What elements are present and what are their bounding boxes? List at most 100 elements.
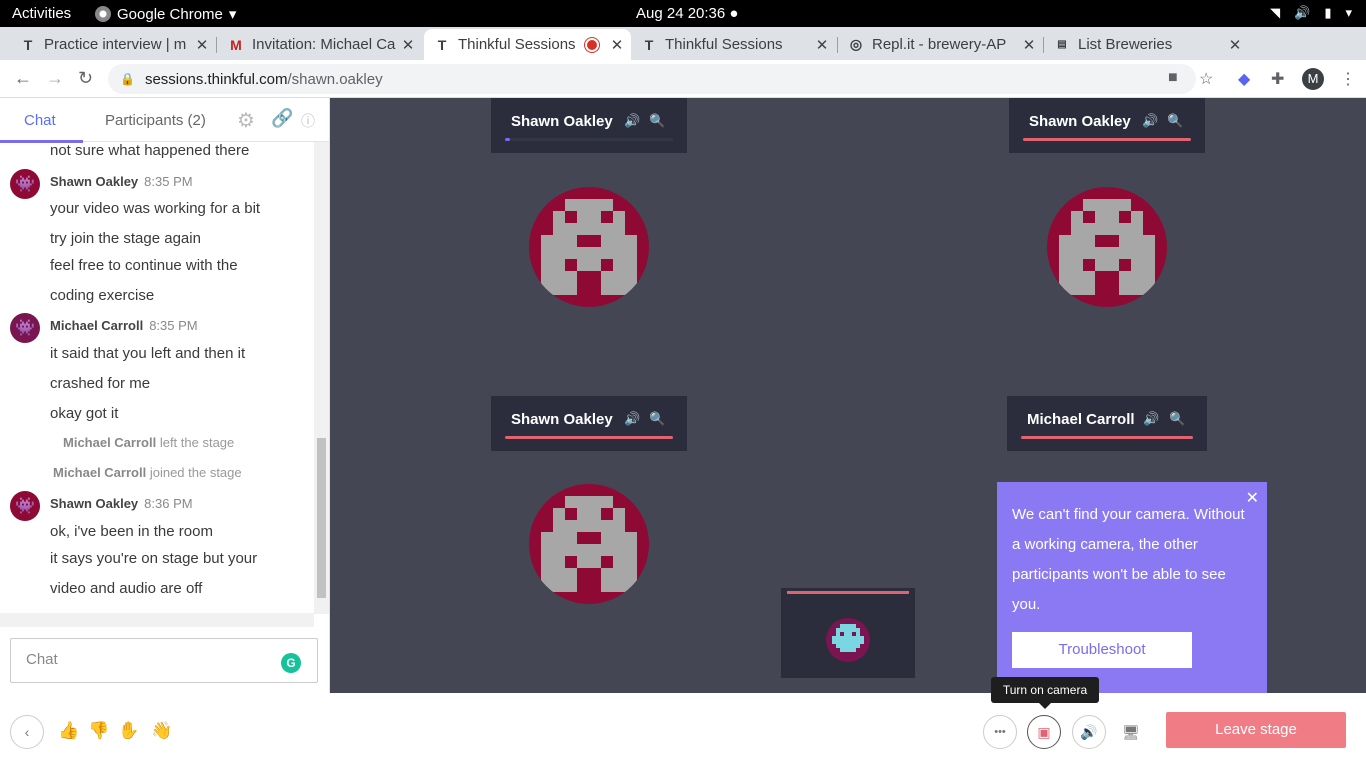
message-author: Shawn Oakley 8:35 PM: [50, 174, 193, 189]
collapse-chat-button[interactable]: ‹: [10, 715, 44, 749]
zoom-icon[interactable]: 🔍: [649, 113, 665, 129]
replit-icon: ◎: [849, 36, 863, 52]
speaker-muted-icon[interactable]: 🔊: [1142, 113, 1158, 129]
participant-avatar: [529, 484, 649, 604]
grammarly-icon[interactable]: G: [281, 653, 301, 673]
volume-icon: 🔊: [1294, 5, 1311, 20]
activities-button[interactable]: Activities: [12, 5, 71, 22]
tab-title: Repl.it - brewery-AP: [872, 36, 1007, 53]
screen-share-icon: 🖥: [1122, 723, 1140, 740]
more-options-button[interactable]: •••: [983, 715, 1017, 749]
tab-thinkful-sessions-active[interactable]: T Thinkful Sessions ✕: [424, 29, 631, 60]
chat-line: not sure what happened there: [50, 142, 250, 159]
tab-replit[interactable]: ◎ Repl.it - brewery-AP ✕: [838, 29, 1043, 60]
tab-participants[interactable]: Participants (2): [105, 112, 206, 129]
close-icon[interactable]: ✕: [400, 36, 416, 54]
system-tray[interactable]: ◥ 🔊 ▮ ▾: [1270, 5, 1352, 21]
tab-invitation[interactable]: M Invitation: Michael Ca ✕: [218, 29, 422, 60]
camera-blocked-icon[interactable]: ■: [1168, 69, 1178, 87]
chat-input[interactable]: Chat G: [10, 638, 318, 683]
message-author: Michael Carroll 8:35 PM: [50, 318, 198, 333]
puzzle-icon[interactable]: ✚: [1271, 69, 1284, 89]
camera-toggle-button[interactable]: ▣: [1027, 715, 1061, 749]
star-icon[interactable]: ☆: [1199, 69, 1213, 89]
screen-share-button[interactable]: 🖥: [1114, 715, 1148, 749]
address-toolbar: ← → ↻ 🔒 sessions.thinkful.com/shawn.oakl…: [0, 60, 1366, 98]
chat-line: it says you're on stage but your: [50, 550, 258, 567]
zoom-icon[interactable]: 🔍: [649, 411, 665, 427]
thinkful-icon: T: [437, 36, 447, 53]
ellipsis-icon: •••: [994, 726, 1006, 738]
camera-off-icon: ▣: [1037, 723, 1051, 740]
self-preview-tile[interactable]: [781, 588, 915, 678]
wifi-icon: ◥: [1270, 5, 1281, 20]
app-menu[interactable]: Google Chrome ▾: [95, 5, 236, 23]
audio-toggle-button[interactable]: 🔊: [1072, 715, 1106, 749]
camera-tooltip: Turn on camera: [991, 677, 1099, 709]
audio-level-bar: [1023, 138, 1191, 141]
troubleshoot-button[interactable]: Troubleshoot: [1012, 632, 1192, 668]
message-list[interactable]: not sure what happened there 👾 Shawn Oak…: [0, 142, 314, 610]
avatar: 👾: [10, 169, 40, 199]
chat-line: feel free to continue with the: [50, 257, 238, 274]
message-time: 8:35 PM: [144, 174, 193, 189]
zoom-icon[interactable]: 🔍: [1167, 113, 1183, 129]
leave-stage-button[interactable]: Leave stage: [1166, 712, 1346, 748]
chat-line: video and audio are off: [50, 580, 203, 597]
close-icon[interactable]: ✕: [1227, 36, 1243, 54]
extension-icon[interactable]: ◆: [1238, 69, 1250, 89]
close-icon[interactable]: ✕: [609, 36, 625, 54]
clock[interactable]: Aug 24 20:36 ●: [636, 5, 738, 22]
speaker-muted-icon[interactable]: 🔊: [624, 411, 640, 427]
zoom-icon[interactable]: 🔍: [1169, 411, 1185, 427]
thumbs-up-icon[interactable]: 👍: [58, 721, 79, 741]
wave-icon[interactable]: 👋: [151, 721, 172, 741]
tab-title: List Breweries: [1078, 36, 1173, 53]
kebab-menu-icon[interactable]: ⋮: [1340, 69, 1356, 89]
horizontal-scrollbar[interactable]: [0, 613, 314, 627]
bottom-controls: ‹ 👍 👎 ✋ 👋 ••• ▣ 🔊 🖥 Leave stage: [0, 693, 1366, 768]
lock-icon[interactable]: 🔒: [120, 72, 135, 86]
participant-nameplate: Shawn Oakley 🔊 🔍: [1009, 98, 1205, 153]
url-bar[interactable]: 🔒 sessions.thinkful.com/shawn.oakley: [108, 64, 1196, 94]
vertical-scrollbar[interactable]: [314, 142, 329, 614]
back-icon[interactable]: ←: [14, 68, 32, 89]
close-icon[interactable]: ✕: [1246, 488, 1259, 508]
profile-avatar[interactable]: M: [1302, 68, 1324, 90]
link-icon[interactable]: 🔗: [271, 108, 293, 129]
forward-icon[interactable]: →: [46, 68, 64, 89]
chevron-left-icon: ‹: [24, 724, 30, 740]
thumbs-down-icon[interactable]: 👎: [88, 721, 109, 741]
speaker-icon[interactable]: 🔊: [624, 113, 640, 129]
participant-name: Shawn Oakley: [511, 113, 613, 130]
chat-tabs: Chat Participants (2) ⚙ 🔗 ⓘ: [0, 98, 330, 143]
help-icon[interactable]: ⓘ: [301, 111, 315, 131]
close-icon[interactable]: ✕: [1021, 36, 1037, 54]
participant-nameplate: Shawn Oakley 🔊 🔍: [491, 98, 687, 153]
speaker-muted-icon: 🔊: [1080, 723, 1098, 740]
tab-practice-interview[interactable]: T Practice interview | m ✕: [0, 29, 216, 60]
chat-line: it said that you left and then it: [50, 345, 246, 362]
chat-line: try join the stage again: [50, 230, 201, 247]
participant-name: Shawn Oakley: [511, 411, 613, 428]
speaker-muted-icon[interactable]: 🔊: [1143, 411, 1159, 427]
scrollbar-thumb[interactable]: [317, 438, 326, 598]
tab-list-breweries[interactable]: ▤ List Breweries ✕: [1044, 29, 1249, 60]
tab-strip: T Practice interview | m ✕ M Invitation:…: [0, 27, 1366, 84]
url-path: /shawn.oakley: [287, 70, 383, 88]
chat-line: okay got it: [50, 405, 119, 422]
reload-icon[interactable]: ↻: [78, 68, 93, 89]
participant-avatar: [529, 187, 649, 307]
tab-chat[interactable]: Chat: [24, 112, 56, 129]
chat-input-placeholder: Chat: [26, 651, 58, 668]
close-icon[interactable]: ✕: [194, 36, 210, 54]
battery-icon: ▮: [1324, 5, 1332, 20]
system-message: Michael Carroll left the stage: [63, 435, 235, 450]
tab-thinkful-sessions[interactable]: T Thinkful Sessions ✕: [631, 29, 836, 60]
close-icon[interactable]: ✕: [814, 36, 830, 54]
invader-icon: [541, 199, 637, 295]
participant-name: Michael Carroll: [1027, 411, 1135, 428]
raise-hand-icon[interactable]: ✋: [118, 721, 139, 741]
gear-icon[interactable]: ⚙: [237, 108, 255, 133]
app-name: Google Chrome: [117, 5, 223, 23]
